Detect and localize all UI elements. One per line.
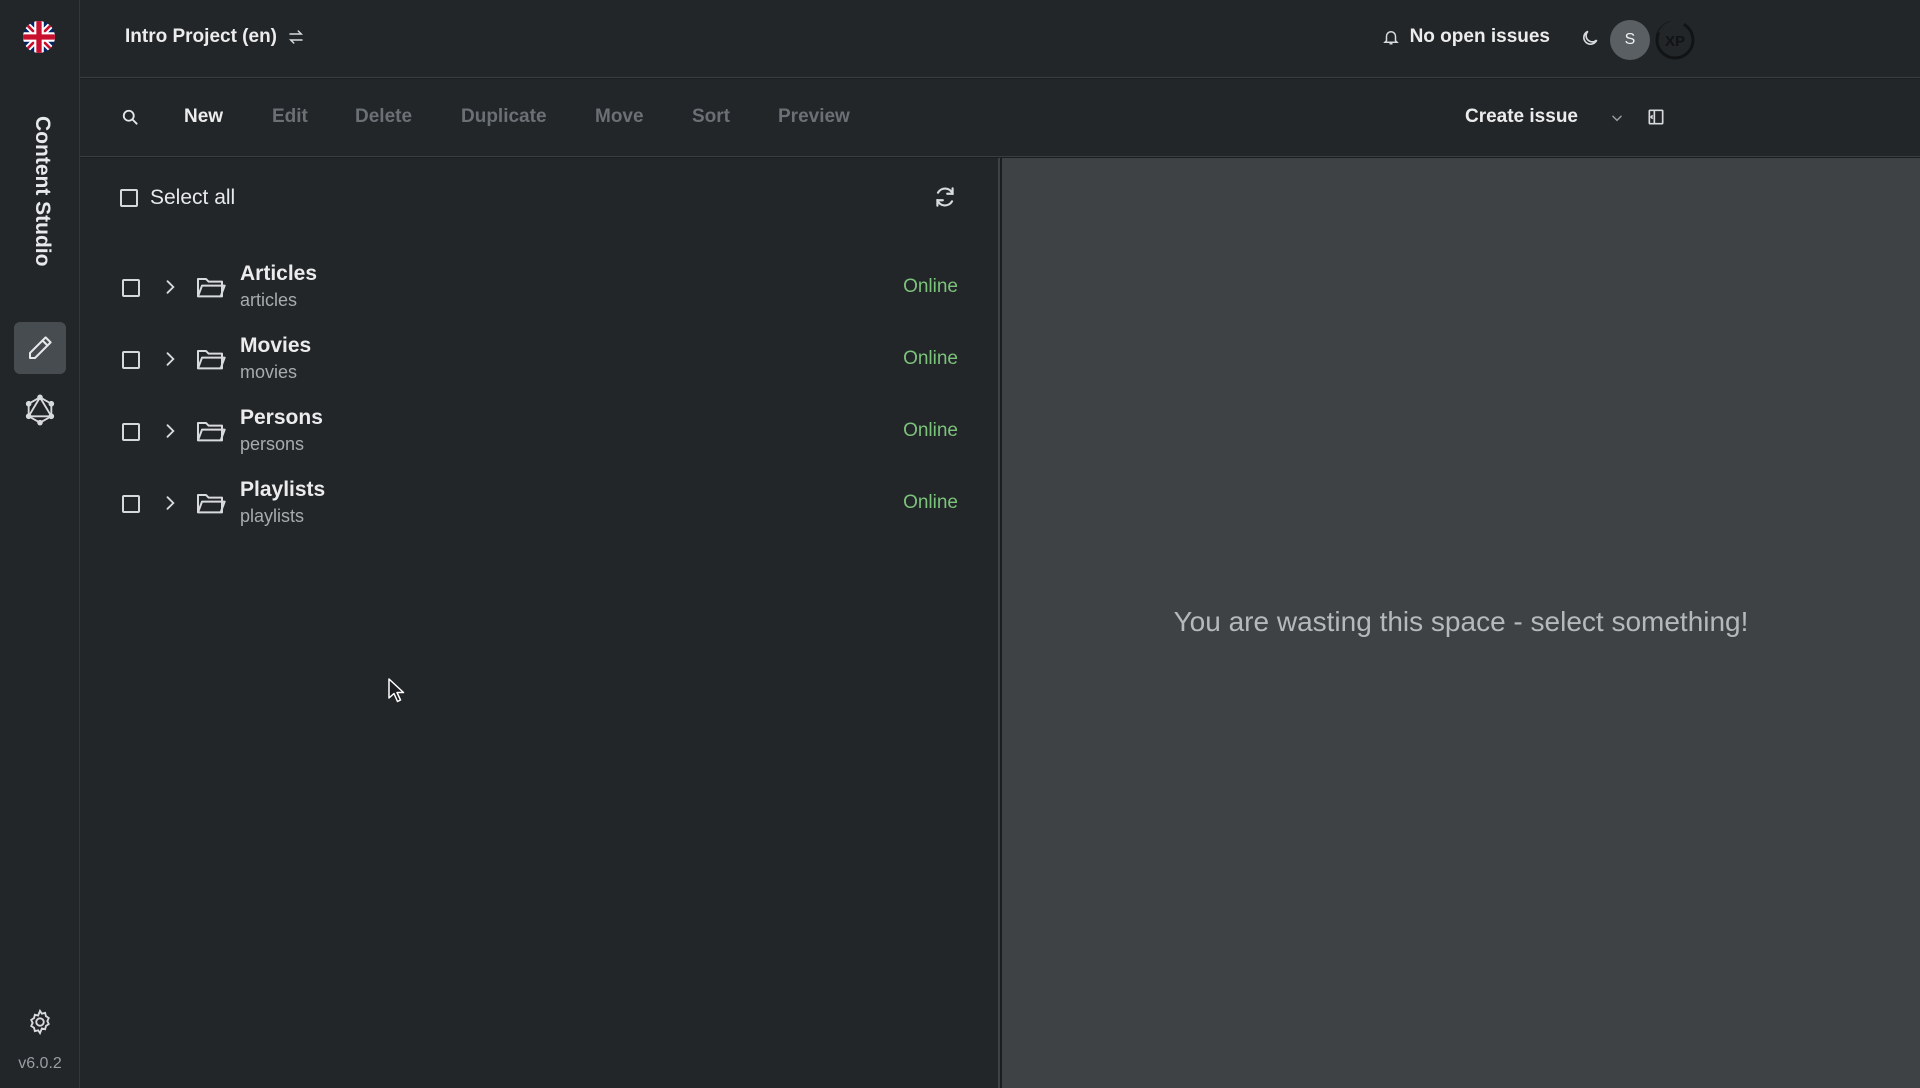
create-issue-menu-button[interactable] [1610, 111, 1624, 130]
toggle-preview-panel-button[interactable] [1646, 107, 1666, 132]
mouse-cursor-icon [388, 678, 406, 709]
preview-button[interactable]: Preview [778, 106, 850, 128]
project-name: Intro Project (en) [125, 26, 278, 47]
graphql-icon [25, 394, 55, 426]
content-mode-button[interactable] [14, 322, 66, 374]
row-checkbox[interactable] [122, 351, 140, 369]
list-item[interactable]: Persons persons Online [80, 396, 998, 468]
refresh-button[interactable] [932, 184, 958, 215]
move-button[interactable]: Move [595, 106, 644, 128]
top-bar: Intro Project (en) No open issues S XP [80, 0, 1920, 78]
project-selector[interactable]: Intro Project (en) [125, 26, 305, 48]
preview-empty-message: You are wasting this space - select some… [1173, 606, 1749, 637]
panel-toggle-icon [1648, 109, 1664, 125]
delete-button[interactable]: Delete [355, 106, 412, 128]
edit-button[interactable]: Edit [272, 106, 308, 128]
pencil-icon [29, 336, 52, 359]
row-checkbox[interactable] [122, 423, 140, 441]
status-badge: Online [903, 276, 958, 297]
toolbar: New Edit Delete Duplicate Move Sort Prev… [80, 79, 1920, 157]
item-path: persons [240, 434, 305, 454]
settings-button[interactable] [14, 996, 66, 1048]
item-name: Playlists [240, 478, 326, 501]
item-name: Articles [240, 262, 318, 285]
item-path: movies [240, 362, 298, 382]
chevron-right-icon[interactable] [160, 493, 180, 513]
item-name: Movies [240, 334, 312, 357]
chevron-right-icon[interactable] [160, 349, 180, 369]
chevron-right-icon[interactable] [160, 277, 180, 297]
issues-button[interactable]: No open issues [1382, 26, 1550, 48]
app-title-label: Content Studio [31, 116, 54, 267]
bell-icon [1382, 31, 1399, 45]
folder-icon [197, 278, 226, 298]
gear-icon [30, 1008, 50, 1036]
switch-arrows-icon [288, 30, 304, 44]
select-all-label: Select all [150, 186, 236, 209]
theme-toggle[interactable] [1580, 28, 1600, 53]
list-item[interactable]: Movies movies Online [80, 324, 998, 396]
status-badge: Online [903, 492, 958, 513]
app-version: v6.0.2 [18, 1055, 62, 1072]
item-path: playlists [240, 506, 305, 526]
item-path: articles [240, 290, 298, 310]
list-item[interactable]: Articles articles Online [80, 252, 998, 324]
item-name: Persons [240, 406, 323, 429]
user-avatar[interactable]: S [1610, 20, 1650, 60]
row-checkbox[interactable] [122, 279, 140, 297]
folder-icon [197, 494, 226, 514]
duplicate-button[interactable]: Duplicate [461, 106, 547, 128]
app-title: Content Studio [24, 116, 54, 276]
xp-logo-text: XP [1665, 33, 1685, 50]
select-all-box[interactable] [120, 189, 138, 207]
chevron-down-icon [1612, 115, 1622, 122]
chevron-right-icon[interactable] [160, 421, 180, 441]
moon-icon [1583, 30, 1598, 45]
create-issue-button[interactable]: Create issue [1465, 106, 1578, 128]
content-grid: Select all Articles articles Online Movi… [80, 158, 1000, 1088]
list-item[interactable]: Playlists playlists Online [80, 468, 998, 540]
graphql-button[interactable] [14, 384, 66, 436]
search-icon [122, 109, 138, 125]
refresh-icon [936, 187, 954, 207]
status-badge: Online [903, 348, 958, 369]
uk-flag-icon[interactable] [23, 21, 55, 53]
avatar-initial: S [1624, 31, 1636, 48]
search-button[interactable] [120, 107, 140, 132]
app-rail: Content Studio v6.0.2 [0, 0, 80, 1088]
new-button[interactable]: New [184, 106, 223, 128]
folder-icon [197, 422, 226, 442]
issues-label: No open issues [1409, 26, 1550, 47]
row-checkbox[interactable] [122, 495, 140, 513]
xp-logo[interactable]: XP [1654, 19, 1696, 61]
folder-icon [197, 350, 226, 370]
preview-panel: You are wasting this space - select some… [1002, 158, 1920, 1088]
sort-button[interactable]: Sort [692, 106, 730, 128]
select-all-checkbox[interactable]: Select all [120, 186, 235, 210]
status-badge: Online [903, 420, 958, 441]
